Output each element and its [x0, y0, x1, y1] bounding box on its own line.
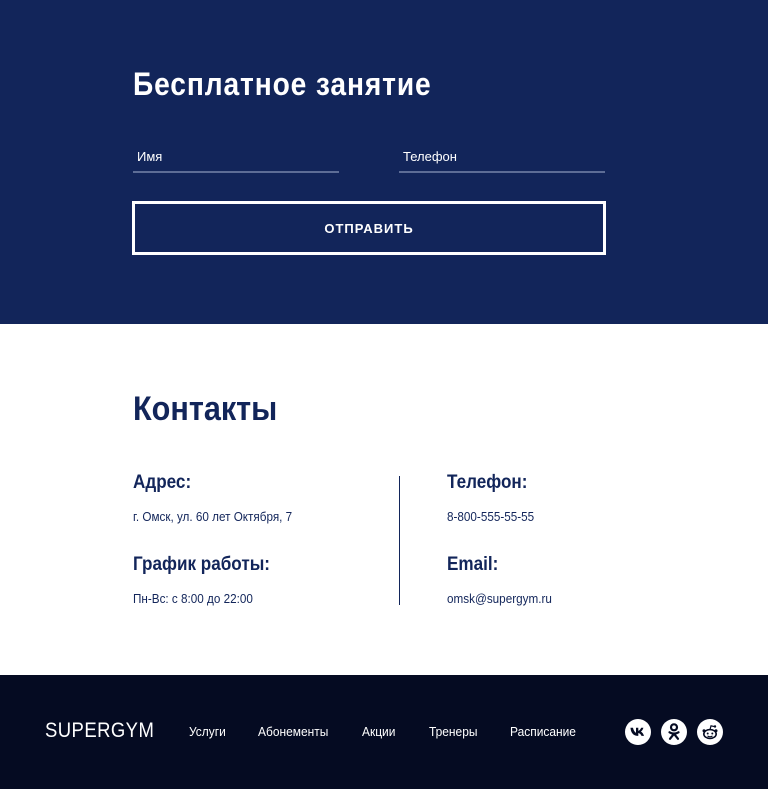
nav-trainers[interactable]: Тренеры	[429, 724, 477, 739]
nav-promotions[interactable]: Акции	[362, 724, 395, 739]
address-value: г. Омск, ул. 60 лет Октября, 7	[133, 509, 293, 524]
nav-schedule[interactable]: Расписание	[510, 724, 576, 739]
address-label: Адрес:	[133, 472, 192, 493]
nav-services[interactable]: Услуги	[189, 724, 226, 739]
schedule-label: График работы:	[133, 554, 270, 575]
phone-value[interactable]: 8-800-555-55-55	[447, 509, 534, 524]
reddit-icon[interactable]	[697, 719, 723, 745]
email-value[interactable]: omsk@supergym.ru	[447, 591, 552, 606]
contacts-title: Контакты	[133, 390, 278, 428]
odnoklassniki-icon[interactable]	[661, 719, 687, 745]
contacts-divider	[399, 476, 400, 605]
schedule-value: Пн-Вс: с 8:00 до 22:00	[133, 591, 253, 606]
logo[interactable]: SUPERGYM	[45, 719, 154, 743]
vk-icon[interactable]	[625, 719, 651, 745]
footer: SUPERGYM Услуги Абонементы Акции Тренеры…	[0, 675, 768, 789]
free-lesson-title: Бесплатное занятие	[133, 66, 432, 102]
nav-memberships[interactable]: Абонементы	[258, 724, 328, 739]
submit-button[interactable]: ОТПРАВИТЬ	[132, 201, 606, 255]
phone-label: Телефон:	[447, 472, 528, 493]
name-input[interactable]	[133, 146, 339, 173]
email-label: Email:	[447, 554, 499, 575]
free-lesson-section: Бесплатное занятие ОТПРАВИТЬ	[0, 0, 768, 324]
contacts-section: Контакты Адрес: г. Омск, ул. 60 лет Октя…	[0, 324, 768, 675]
phone-input[interactable]	[399, 146, 605, 173]
